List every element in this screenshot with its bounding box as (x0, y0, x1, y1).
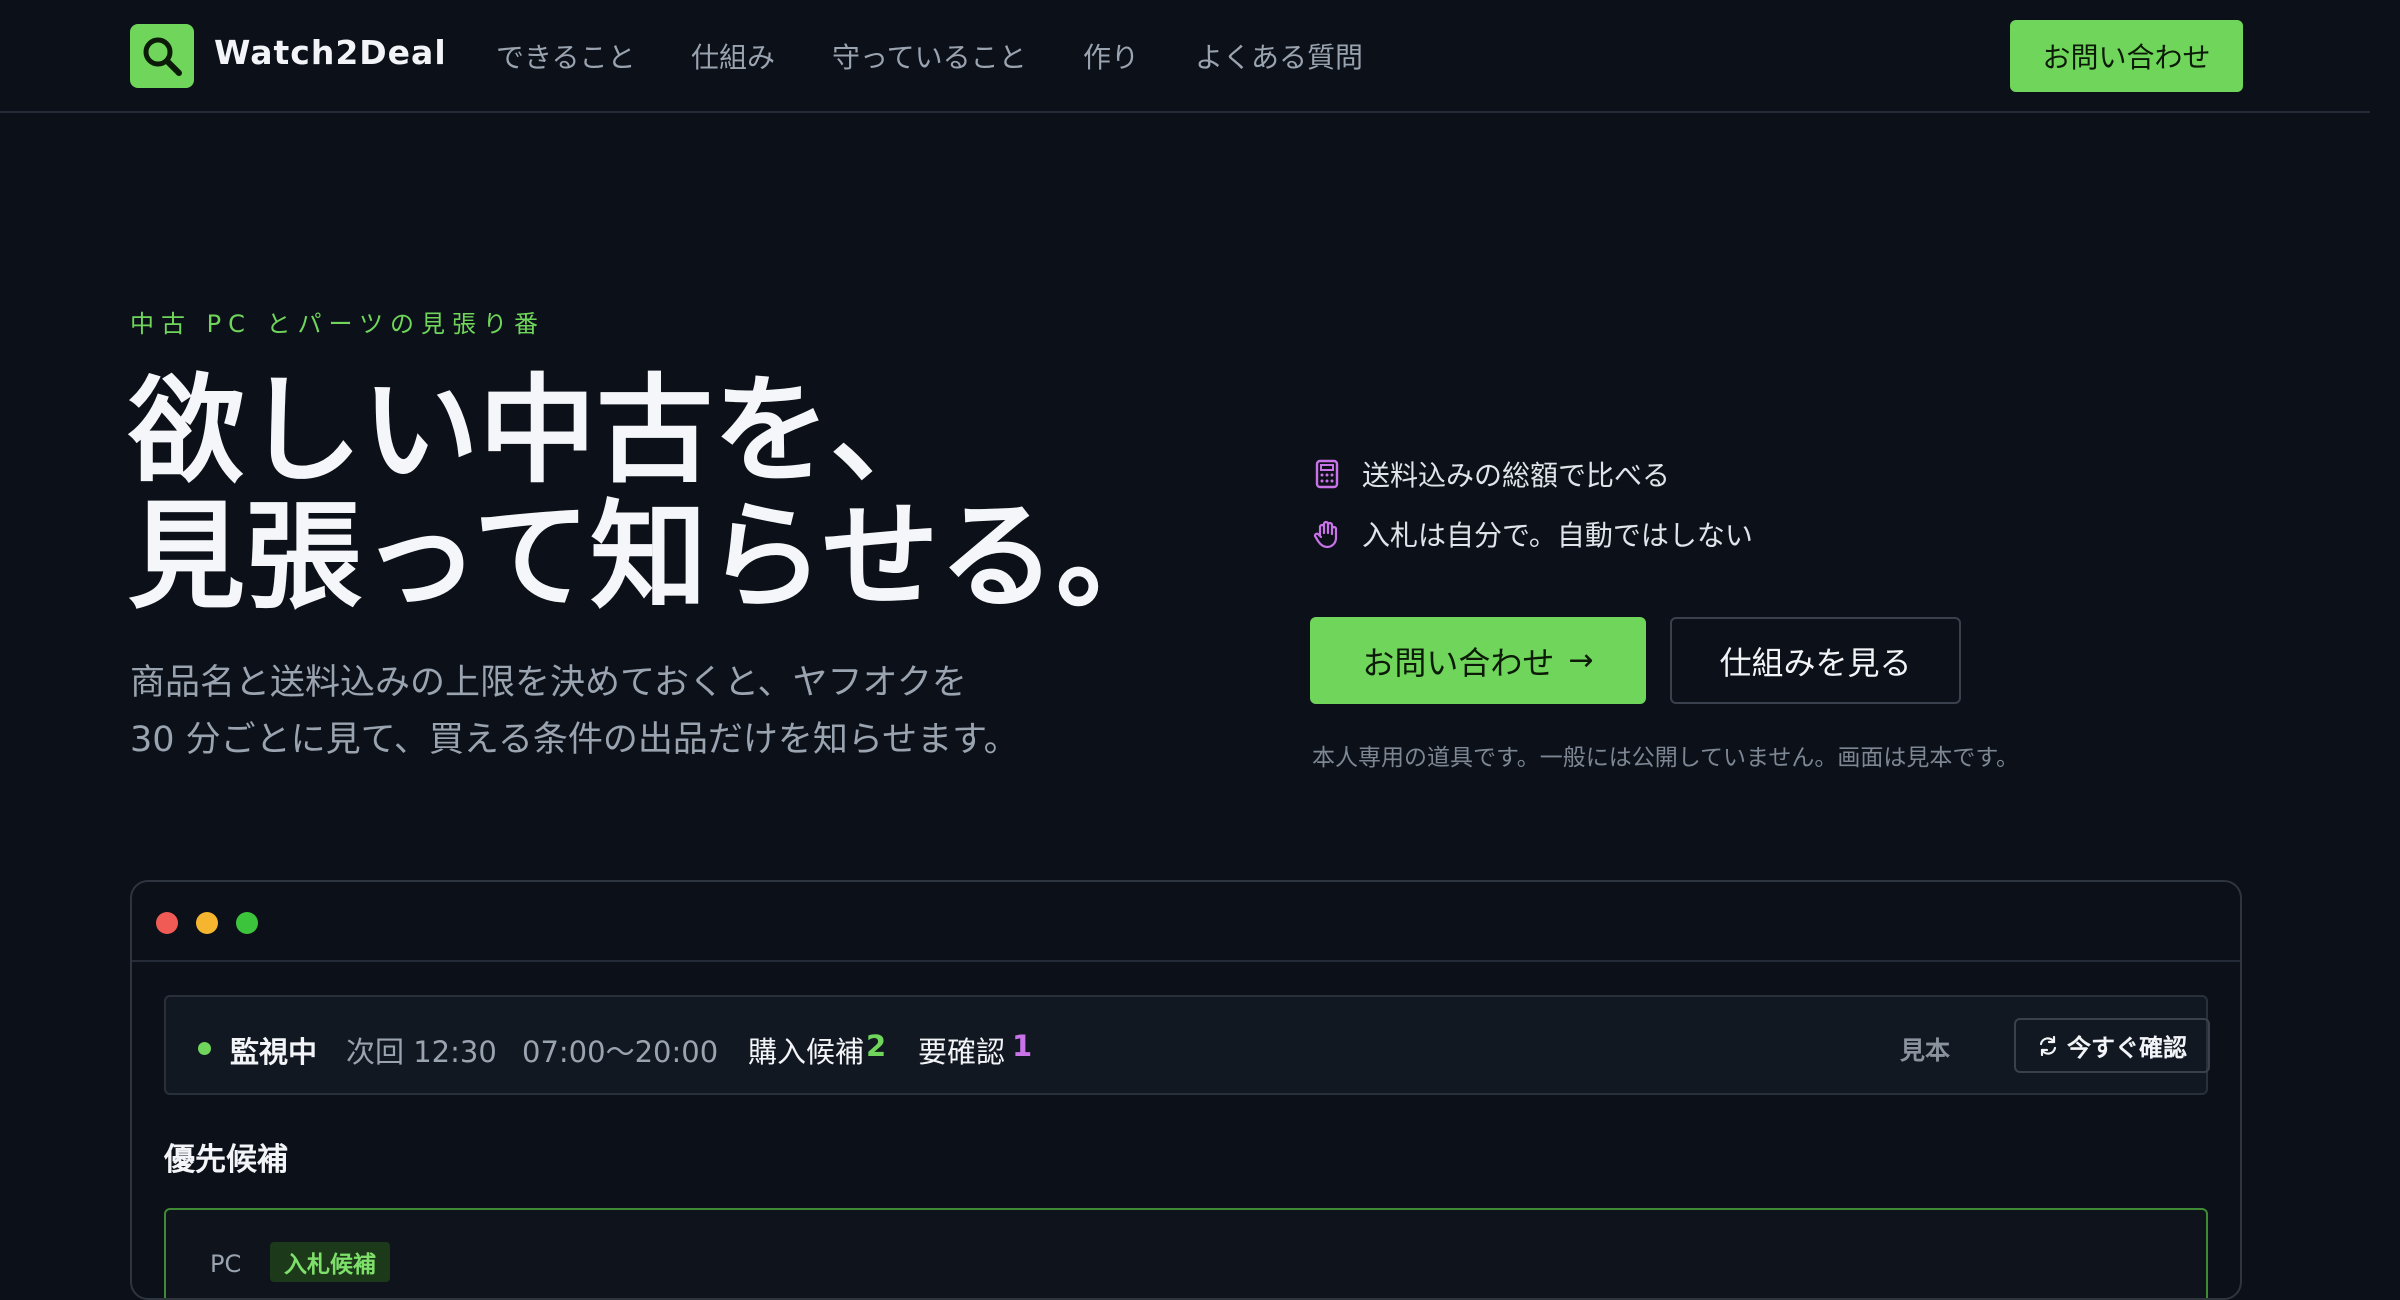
lead-line-1: 商品名と送料込みの上限を決めておくと、ヤフオクを (130, 663, 967, 703)
nav-item-features[interactable]: できること (496, 36, 635, 76)
site-header: Watch2Deal できること 仕組み 守っていること 作り よくある質問 お… (0, 0, 2370, 113)
magnifier-icon[interactable] (130, 24, 194, 88)
hero-headline: 欲しい中古を、 見張って知らせる。 (128, 368, 1173, 620)
hero-lead: 商品名と送料込みの上限を決めておくと、ヤフオクを 30 分ごとに見て、買える条件… (130, 655, 1019, 769)
refresh-icon (2039, 1035, 2057, 1056)
header-contact-button[interactable]: お問い合わせ (2010, 20, 2243, 92)
status-label: 監視中 (230, 1035, 318, 1069)
feature-text: 入札は自分で。自動ではしない (1362, 519, 1753, 552)
candidates-count: 2 (866, 1029, 887, 1063)
next-check-time: 次回 12:30 (346, 1035, 497, 1069)
bid-candidate-badge: 入札候補 (270, 1242, 390, 1282)
brand-name[interactable]: Watch2Deal (214, 33, 447, 72)
monitor-hours: 07:00〜20:00 (522, 1035, 719, 1069)
calculator-icon (1312, 459, 1342, 489)
review-count: 1 (1012, 1029, 1033, 1063)
hero-eyebrow: 中古 PC とパーツの見張り番 (130, 310, 546, 338)
headline-line-1: 欲しい中古を、 (128, 362, 948, 499)
nav-item-principles[interactable]: 守っていること (832, 36, 1027, 76)
maximize-dot-icon (236, 912, 258, 934)
arrow-right-icon: → (1568, 643, 1594, 678)
feature-text: 送料込みの総額で比べる (1362, 459, 1671, 492)
hand-icon (1312, 519, 1342, 549)
disclaimer-note: 本人専用の道具です。一般には公開していません。画面は見本です。 (1312, 745, 2020, 771)
headline-line-2: 見張って知らせる。 (128, 488, 1173, 625)
feature-total-price: 送料込みの総額で比べる (1312, 454, 1670, 494)
review-label: 要確認 (918, 1035, 1006, 1069)
contact-button[interactable]: お問い合わせ → (1310, 617, 1646, 704)
priority-section-title: 優先候補 (164, 1142, 288, 1178)
window-titlebar (132, 882, 2240, 962)
app-preview-window: 監視中 次回 12:30 07:00〜20:00 購入候補 2 要確認 1 見本… (130, 880, 2242, 1300)
nav-item-how-it-works[interactable]: 仕組み (691, 36, 775, 76)
how-it-works-button[interactable]: 仕組みを見る (1670, 617, 1961, 704)
nav-item-faq[interactable]: よくある質問 (1195, 36, 1363, 76)
contact-button-label: お問い合わせ (1362, 643, 1555, 682)
sample-badge: 見本 (1900, 1036, 1951, 1065)
feature-manual-bid: 入札は自分で。自動ではしない (1312, 514, 1753, 554)
close-dot-icon (156, 912, 178, 934)
card-category: PC (210, 1250, 242, 1278)
candidate-card[interactable]: PC 入札候補 (164, 1208, 2208, 1298)
nav-item-build[interactable]: 作り (1083, 36, 1139, 76)
candidates-label: 購入候補 (748, 1035, 865, 1069)
minimize-dot-icon (196, 912, 218, 934)
check-now-label: 今すぐ確認 (2067, 1034, 2187, 1062)
lead-line-2: 30 分ごとに見て、買える条件の出品だけを知らせます。 (130, 720, 1019, 760)
status-live-dot-icon (198, 1042, 211, 1055)
check-now-button[interactable]: 今すぐ確認 (2014, 1018, 2210, 1073)
monitor-status-bar: 監視中 次回 12:30 07:00〜20:00 購入候補 2 要確認 1 見本… (164, 995, 2210, 1095)
